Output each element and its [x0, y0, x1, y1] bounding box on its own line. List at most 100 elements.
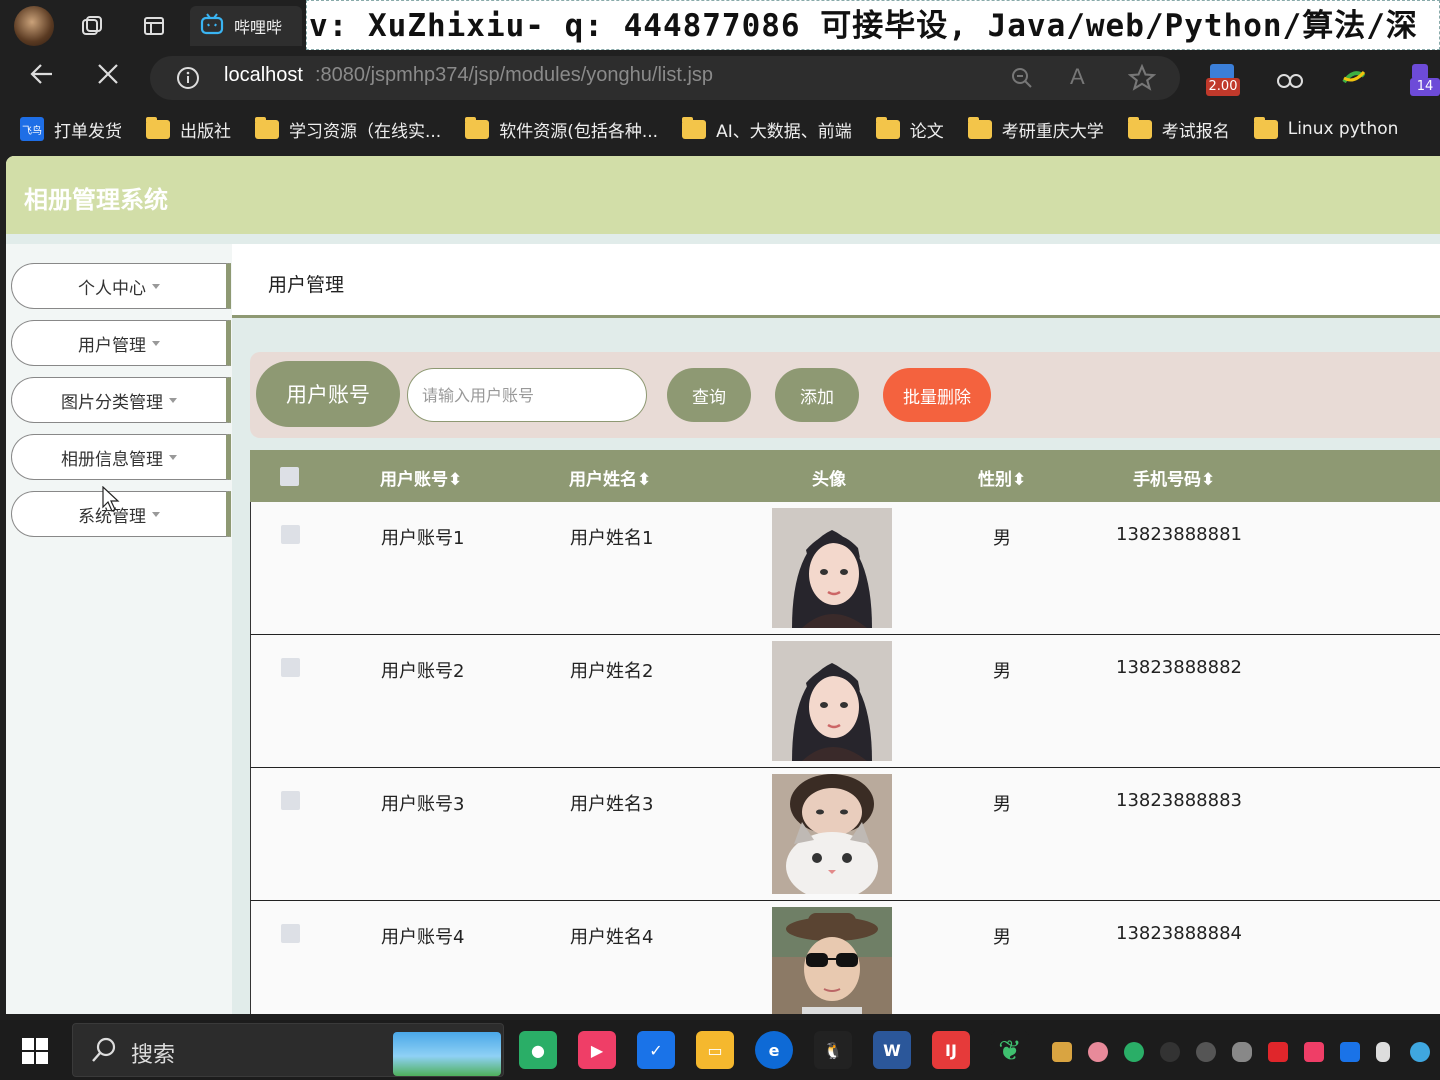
back-icon[interactable]	[28, 60, 56, 95]
cell-account: 用户账号1	[381, 528, 465, 549]
avatar-image[interactable]	[772, 508, 892, 628]
bookmark-folder[interactable]: 软件资源(包括各种...	[465, 116, 659, 142]
add-button[interactable]: 添加	[775, 368, 859, 422]
column-header-phone[interactable]: 手机号码⬍	[1133, 465, 1215, 490]
navicat-icon[interactable]: ❦	[991, 1031, 1029, 1069]
column-header-name[interactable]: 用户姓名⬍	[569, 465, 651, 490]
search-field-label: 用户账号	[256, 361, 400, 427]
caret-down-icon	[169, 397, 177, 403]
tray-cloud-icon[interactable]	[1232, 1042, 1252, 1062]
bookmark-folder[interactable]: Linux python	[1253, 116, 1398, 139]
qq-icon[interactable]: 🐧	[814, 1031, 852, 1069]
sidebar-item-label: 用户管理	[78, 335, 146, 356]
column-header-avatar: 头像	[812, 465, 846, 490]
bookmark-folder[interactable]: 考研重庆大学	[967, 116, 1104, 142]
sidebar-item-image-category[interactable]: 图片分类管理	[11, 377, 231, 423]
bookmark-item[interactable]: 飞鸟 打单发货	[20, 117, 122, 142]
tray-qq2-icon[interactable]	[1196, 1042, 1216, 1062]
row-checkbox[interactable]	[281, 791, 300, 810]
profile-avatar[interactable]	[14, 6, 54, 46]
row-checkbox[interactable]	[281, 658, 300, 677]
read-aloud-icon[interactable]: A	[1070, 64, 1085, 90]
row-checkbox[interactable]	[281, 924, 300, 943]
shop-logo-icon: 飞鸟	[20, 117, 44, 141]
folder-icon	[875, 116, 900, 139]
tray-microphone-icon[interactable]	[1376, 1042, 1390, 1062]
cell-account: 用户账号4	[381, 927, 465, 948]
users-table: 用户账号⬍ 用户姓名⬍ 头像 性别⬍ 手机号码⬍ 用户账号1 用户姓名1 男 1…	[250, 450, 1440, 1014]
sidebar-item-label: 相册信息管理	[61, 449, 163, 470]
tab-actions-icon[interactable]	[136, 8, 172, 44]
table-row[interactable]: 用户账号3 用户姓名3 男 13823888883	[250, 768, 1440, 901]
workspaces-icon[interactable]	[74, 8, 110, 44]
site-info-icon[interactable]	[176, 66, 200, 94]
sidebar-item-users[interactable]: 用户管理	[11, 320, 231, 366]
table-row[interactable]: 用户账号1 用户姓名1 男 13823888881	[250, 502, 1440, 635]
caret-down-icon	[169, 454, 177, 460]
bookmark-folder[interactable]: 出版社	[146, 116, 231, 142]
cell-phone: 13823888884	[1116, 923, 1242, 944]
cell-gender: 男	[993, 528, 1011, 549]
search-icon	[91, 1037, 117, 1067]
wechat-icon[interactable]: ●	[519, 1031, 557, 1069]
zoom-icon[interactable]	[1010, 66, 1034, 94]
main-content: 用户管理 用户账号 查询 添加 批量删除 用户账号⬍ 用户姓名⬍ 头像 性别⬍ …	[232, 244, 1440, 1014]
tray-flower-icon[interactable]	[1088, 1042, 1108, 1062]
tray-wechat-icon[interactable]	[1124, 1042, 1144, 1062]
search-highlight-image	[393, 1032, 501, 1076]
query-button[interactable]: 查询	[667, 368, 751, 422]
tray-qq-icon[interactable]	[1160, 1042, 1180, 1062]
bookmark-folder[interactable]: 考试报名	[1127, 116, 1230, 142]
avatar-image[interactable]	[772, 907, 892, 1014]
column-header-gender[interactable]: 性别⬍	[978, 465, 1026, 490]
extension-badge: 2.00	[1206, 78, 1240, 96]
bookmark-label: 打单发货	[54, 121, 122, 142]
cell-phone: 13823888881	[1116, 524, 1242, 545]
word-icon[interactable]: W	[873, 1031, 911, 1069]
sidebar-item-album-info[interactable]: 相册信息管理	[11, 434, 231, 480]
edge-browser-icon[interactable]: e	[755, 1031, 793, 1069]
avatar-image[interactable]	[772, 641, 892, 761]
bookmark-folder[interactable]: 论文	[875, 116, 944, 142]
url-host: localhost	[224, 64, 303, 86]
tray-usb-icon[interactable]	[1052, 1042, 1072, 1062]
bookmark-label: 论文	[909, 121, 944, 142]
dingtalk-icon[interactable]: ✓	[637, 1031, 675, 1069]
bookmark-label: 学习资源（在线实...	[289, 121, 442, 142]
column-header-label: 性别	[978, 470, 1012, 490]
extension-speed-icon[interactable]: 2.00	[1206, 64, 1240, 98]
breadcrumb-current: 用户管理	[268, 274, 345, 296]
table-row[interactable]: 用户账号2 用户姓名2 男 13823888882	[250, 635, 1440, 768]
avatar-image[interactable]	[772, 774, 892, 900]
extension-color-icon[interactable]	[1340, 66, 1368, 94]
column-header-account[interactable]: 用户账号⬍	[380, 465, 462, 490]
tray-youdao-icon[interactable]	[1268, 1042, 1288, 1062]
sort-icon: ⬍	[637, 470, 652, 490]
batch-delete-button[interactable]: 批量删除	[883, 368, 991, 422]
stop-loading-icon[interactable]	[96, 62, 120, 93]
file-explorer-icon[interactable]: ▭	[696, 1031, 734, 1069]
taskbar-search-box[interactable]: 搜索	[72, 1023, 504, 1077]
column-header-label: 头像	[812, 470, 846, 490]
account-search-input[interactable]	[407, 368, 647, 422]
bookmark-folder[interactable]: AI、大数据、前端	[682, 116, 852, 142]
intellij-icon[interactable]: IJ	[932, 1031, 970, 1069]
tab-bilibili[interactable]: 哔哩哔	[190, 6, 302, 46]
bookmark-folder[interactable]: 学习资源（在线实...	[255, 116, 442, 142]
screen-recorder-icon[interactable]: ▶	[578, 1031, 616, 1069]
tray-network-icon[interactable]	[1410, 1042, 1430, 1062]
table-row[interactable]: 用户账号4 用户姓名4 男 13823888884	[250, 901, 1440, 1014]
tray-dingtalk-icon[interactable]	[1340, 1042, 1360, 1062]
windows-start-icon[interactable]	[22, 1038, 48, 1064]
row-checkbox[interactable]	[281, 525, 300, 544]
tray-recorder-icon[interactable]	[1304, 1042, 1324, 1062]
bookmark-label: 软件资源(包括各种...	[499, 121, 659, 142]
extension-counter-icon[interactable]: 14	[1408, 64, 1440, 98]
sidebar-item-profile[interactable]: 个人中心	[11, 263, 231, 309]
cell-gender: 男	[993, 794, 1011, 815]
browser-tab-bar: 哔哩哔 v: XuZhixiu- q: 444877086 可接毕设, Java…	[0, 0, 1440, 52]
cell-name: 用户姓名3	[570, 794, 654, 815]
reader-glasses-icon[interactable]	[1276, 68, 1304, 94]
favorite-star-icon[interactable]	[1127, 63, 1157, 96]
select-all-checkbox[interactable]	[280, 467, 299, 486]
